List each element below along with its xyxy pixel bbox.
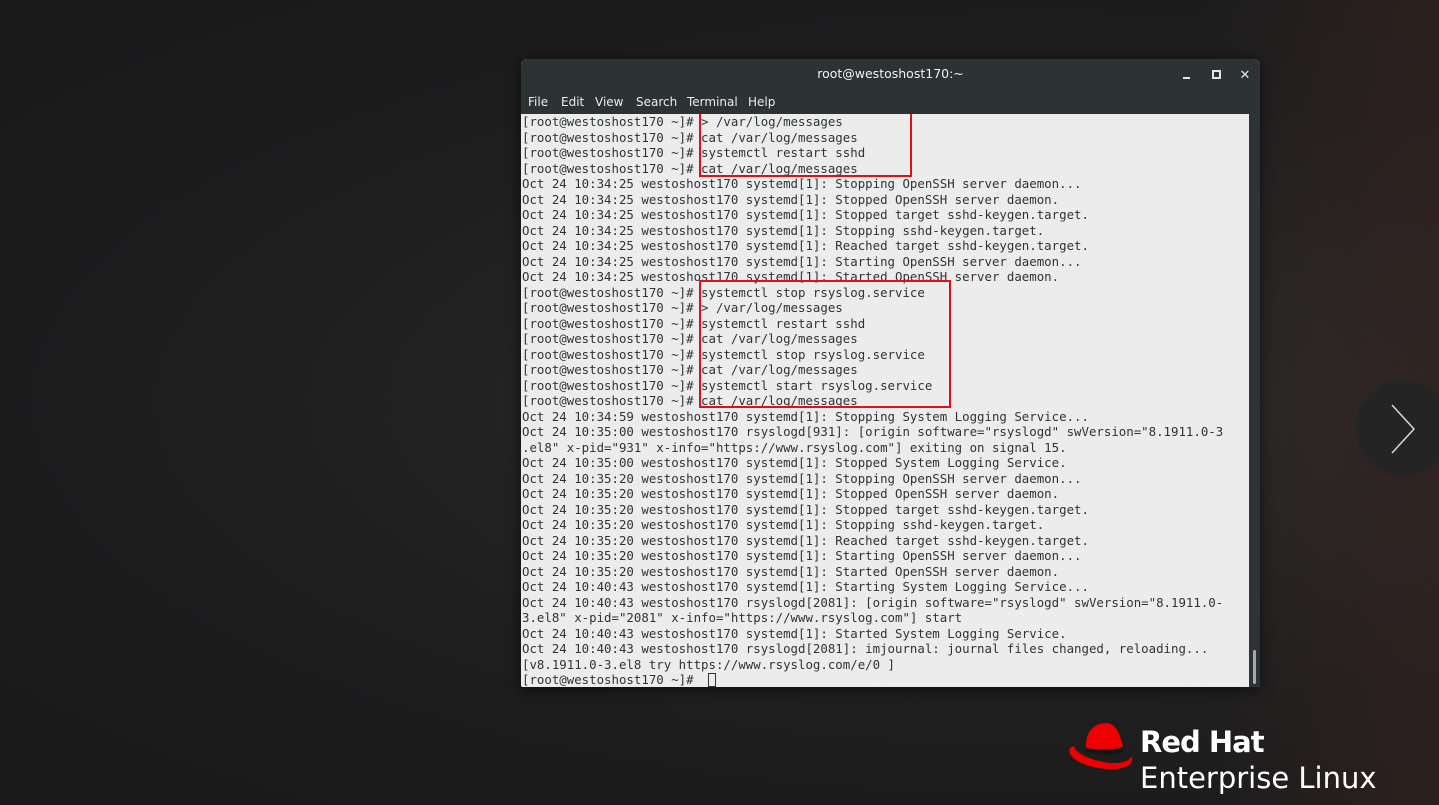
close-icon: ✕ — [1239, 68, 1251, 83]
close-button[interactable]: ✕ — [1236, 65, 1254, 83]
terminal-line: Oct 24 10:34:59 westoshost170 systemd[1]… — [522, 408, 1089, 424]
terminal-output[interactable]: [root@westoshost170 ~]# [v8.1911.0-3.el8… — [521, 114, 1249, 687]
terminal-line: Oct 24 10:40:43 westoshost170 systemd[1]… — [522, 579, 1089, 594]
terminal-line: Oct 24 10:35:20 westoshost170 systemd[1]… — [522, 501, 1089, 517]
terminal-line: Oct 24 10:34:25 westoshost170 systemd[1]… — [522, 207, 1089, 222]
terminal-line: Oct 24 10:35:20 westoshost170 systemd[1]… — [522, 548, 1082, 563]
menu-help[interactable]: Help — [748, 95, 775, 109]
menubar: File Edit View Search Terminal Help — [521, 89, 1260, 114]
terminal-line: Oct 24 10:34:25 westoshost170 systemd[1]… — [522, 176, 1082, 191]
terminal-window[interactable]: root@westoshost170:~ ✕ File Edit View Se… — [521, 59, 1260, 687]
red-hat-fedora-icon — [1069, 723, 1133, 770]
logo-text-enterprise-linux: Enterprise Linux — [1140, 761, 1377, 795]
terminal-cursor — [708, 673, 716, 687]
terminal-line: [v8.1911.0-3.el8 try https://www.rsyslog… — [522, 656, 895, 672]
terminal-line: Oct 24 10:40:43 westoshost170 systemd[1]… — [522, 625, 1067, 641]
terminal-line: Oct 24 10:34:25 westoshost170 systemd[1]… — [522, 253, 1082, 269]
terminal-line: Oct 24 10:40:43 westoshost170 rsyslogd[2… — [522, 641, 1209, 656]
terminal-line: Oct 24 10:35:20 westoshost170 systemd[1]… — [522, 486, 1060, 501]
highlight-box-commands-1 — [699, 114, 912, 177]
terminal-line: 3.el8" x-pid="2081" x-info="https://www.… — [522, 610, 963, 625]
logo-text-red-hat: Red Hat — [1140, 725, 1265, 759]
terminal-line: Oct 24 10:35:20 westoshost170 systemd[1]… — [522, 563, 1060, 579]
terminal-line: Oct 24 10:34:25 westoshost170 systemd[1]… — [522, 191, 1060, 207]
scrollbar-thumb[interactable] — [1253, 650, 1256, 684]
highlight-box-commands-2 — [699, 280, 951, 408]
terminal-line: Oct 24 10:35:20 westoshost170 systemd[1]… — [522, 517, 1045, 532]
red-hat-logo: Red Hat Enterprise Linux — [1068, 719, 1398, 799]
menu-file[interactable]: File — [528, 95, 548, 109]
menu-terminal[interactable]: Terminal — [687, 95, 738, 109]
terminal-line: Oct 24 10:34:25 westoshost170 systemd[1]… — [522, 238, 1089, 253]
menu-edit[interactable]: Edit — [561, 95, 584, 109]
chevron-right-icon — [1391, 404, 1416, 454]
terminal-scrollbar[interactable] — [1249, 114, 1260, 687]
terminal-line: Oct 24 10:40:43 westoshost170 rsyslogd[2… — [522, 594, 1224, 610]
terminal-line: Oct 24 10:35:20 westoshost170 systemd[1]… — [522, 532, 1089, 548]
terminal-line: Oct 24 10:35:20 westoshost170 systemd[1]… — [522, 470, 1082, 486]
minimize-button[interactable] — [1178, 65, 1196, 83]
menu-search[interactable]: Search — [636, 95, 677, 109]
minimize-icon — [1183, 77, 1190, 79]
terminal-line: Oct 24 10:35:00 westoshost170 rsyslogd[9… — [522, 424, 1224, 439]
window-titlebar[interactable]: root@westoshost170:~ ✕ — [521, 59, 1260, 89]
menu-view[interactable]: View — [595, 95, 623, 109]
terminal-line: .el8" x-pid="931" x-info="https://www.rs… — [522, 439, 1067, 455]
maximize-icon — [1212, 70, 1221, 79]
terminal-line: [root@westoshost170 ~]# — [522, 672, 702, 687]
maximize-button[interactable] — [1207, 65, 1225, 83]
terminal-line: Oct 24 10:35:00 westoshost170 systemd[1]… — [522, 455, 1067, 470]
terminal-line: Oct 24 10:34:25 westoshost170 systemd[1]… — [522, 222, 1045, 238]
next-slide-button[interactable] — [1356, 380, 1439, 476]
window-title: root@westoshost170:~ — [817, 66, 964, 81]
